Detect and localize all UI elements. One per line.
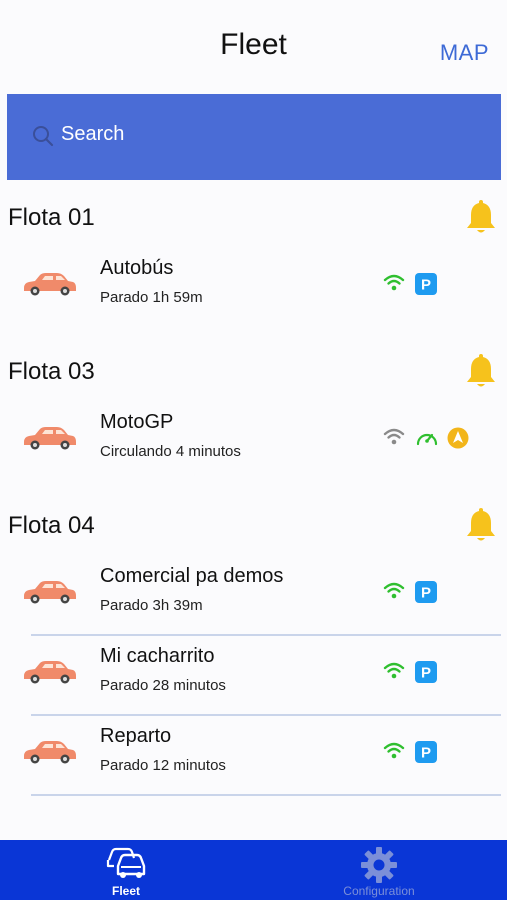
tab-fleet[interactable]: Fleet (86, 840, 166, 900)
row-divider (31, 794, 501, 796)
tab-bar: Fleet Configuration (0, 840, 507, 900)
vehicle-name: Reparto (100, 725, 172, 747)
car-icon (24, 661, 76, 684)
page-title: Fleet (220, 28, 287, 61)
fleet-group-header: Flota 01 (0, 180, 507, 248)
vehicle-status: Parado 3h 39m (100, 597, 203, 614)
vehicle-name: Comercial pa demos (100, 565, 284, 587)
vehicle-name: Autobús (100, 257, 174, 279)
vehicle-row[interactable]: Autobús Parado 1h 59m P (0, 248, 507, 328)
navigation-bar: Fleet MAP (0, 0, 507, 94)
fleet-group-header: Flota 03 (0, 334, 507, 402)
fleet-group-title: Flota 01 (8, 204, 95, 231)
car-icon (24, 427, 76, 450)
bell-icon[interactable] (465, 506, 497, 544)
gear-icon (361, 847, 397, 883)
svg-text:P: P (421, 745, 431, 762)
svg-text:P: P (421, 665, 431, 682)
fleet-list: Flota 01 Autobús Parado 1h 59m P Flota 03 Mot… (0, 180, 507, 796)
tab-configuration[interactable]: Configuration (319, 840, 439, 900)
bell-icon[interactable] (465, 352, 497, 390)
vehicle-row[interactable]: MotoGP Circulando 4 minutos (0, 402, 507, 482)
vehicle-row[interactable]: Comercial pa demos Parado 3h 39m P (0, 556, 507, 636)
vehicle-row[interactable]: Mi cacharrito Parado 28 minutos P (0, 636, 507, 716)
map-button[interactable]: MAP (440, 40, 489, 66)
vehicle-row[interactable]: Reparto Parado 12 minutos P (0, 716, 507, 796)
tab-fleet-label: Fleet (111, 884, 140, 898)
svg-text:P: P (421, 277, 431, 294)
car-icon (24, 581, 76, 604)
bell-icon[interactable] (465, 198, 497, 236)
tab-configuration-label: Configuration (343, 884, 415, 898)
svg-text:P: P (421, 585, 431, 602)
vehicle-name: MotoGP (100, 411, 174, 433)
vehicle-status: Parado 12 minutos (100, 757, 226, 774)
search-bar[interactable]: Search (7, 94, 501, 180)
vehicle-name: Mi cacharrito (100, 645, 215, 667)
vehicle-status: Parado 1h 59m (100, 289, 203, 306)
search-input[interactable]: Search (61, 123, 124, 146)
fleet-group-title: Flota 04 (8, 512, 95, 539)
car-icon (24, 741, 76, 764)
car-icon (24, 273, 76, 296)
vehicle-status: Parado 28 minutos (100, 677, 226, 694)
vehicle-status: Circulando 4 minutos (100, 443, 241, 460)
fleet-group-title: Flota 03 (8, 358, 95, 385)
search-icon (33, 126, 54, 147)
fleet-cars-icon (106, 847, 146, 878)
fleet-group-header: Flota 04 (0, 488, 507, 556)
